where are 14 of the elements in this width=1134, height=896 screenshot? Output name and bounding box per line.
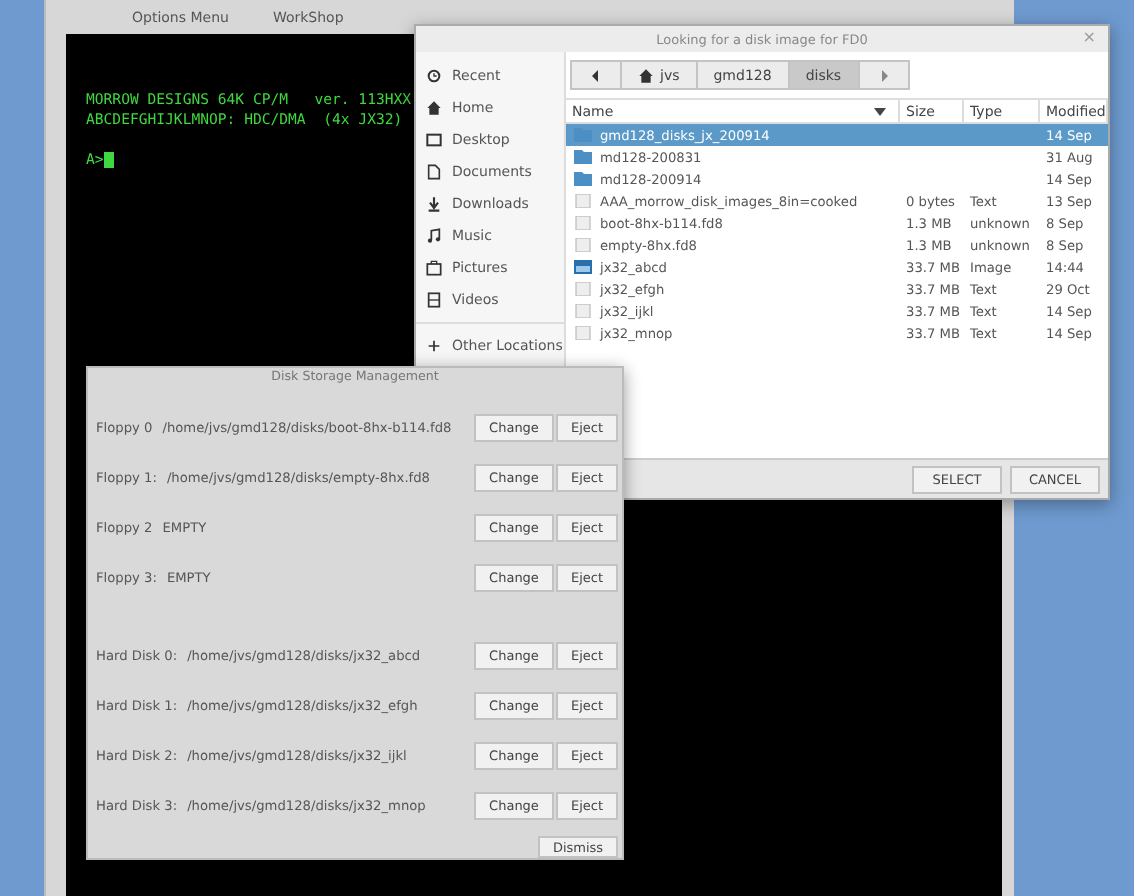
document-icon (426, 164, 442, 180)
forward-button[interactable] (857, 60, 910, 90)
music-icon (426, 228, 442, 244)
clock-icon (426, 68, 442, 84)
plus-icon (426, 338, 442, 354)
home-icon (426, 100, 442, 116)
left-arrow-icon (588, 67, 604, 83)
monitor-icon (426, 132, 442, 148)
download-icon (426, 196, 442, 212)
home-icon (638, 67, 654, 83)
sort-arrow-icon (874, 107, 886, 115)
image-icon (574, 260, 592, 274)
text-cursor (103, 151, 114, 167)
back-button[interactable] (570, 60, 622, 90)
